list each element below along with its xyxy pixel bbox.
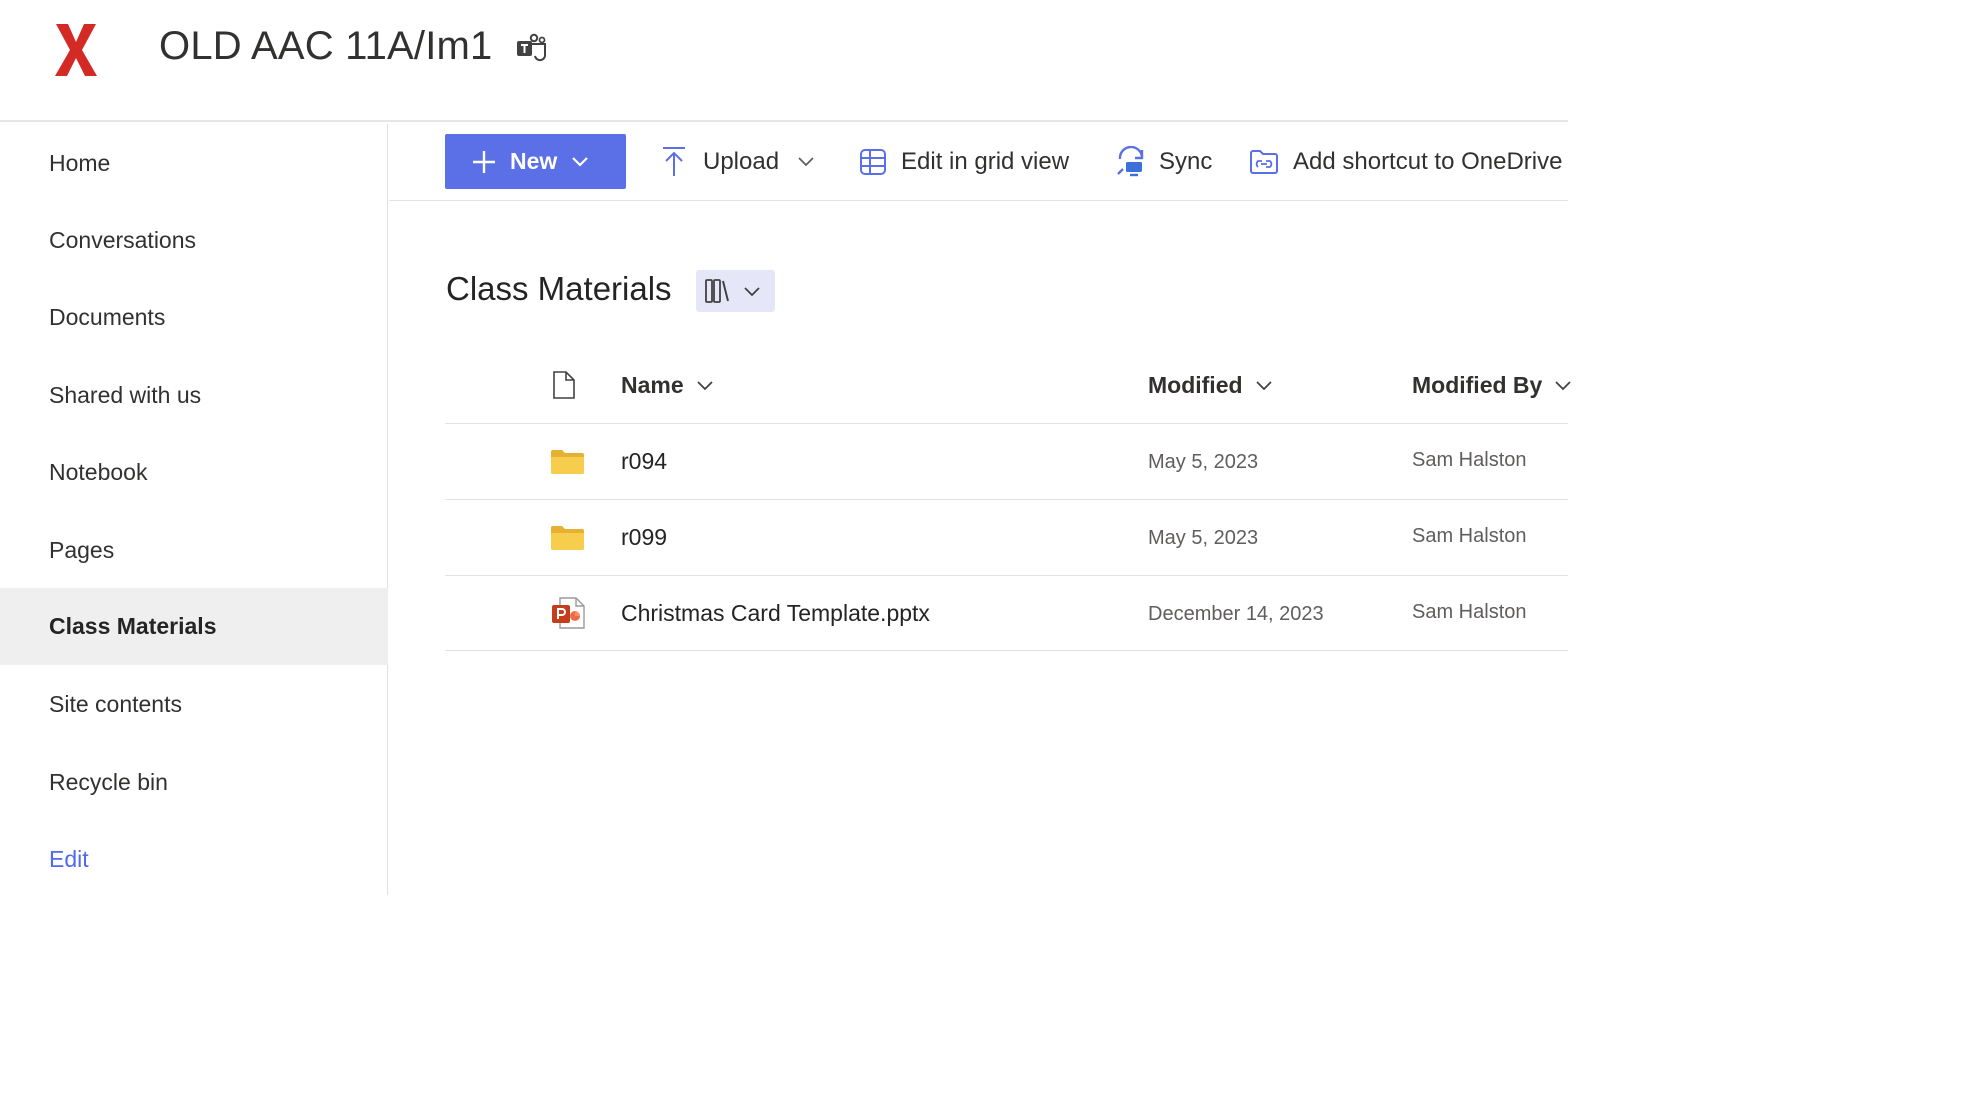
- nav-item-shared-with-us[interactable]: Shared with us: [0, 357, 388, 434]
- add-shortcut-label: Add shortcut to OneDrive: [1293, 147, 1563, 175]
- nav-item-notebook[interactable]: Notebook: [0, 434, 388, 511]
- file-name[interactable]: r099: [621, 524, 667, 551]
- left-navigation: Home Conversations Documents Shared with…: [0, 124, 388, 895]
- nav-item-site-contents[interactable]: Site contents: [0, 666, 388, 743]
- plus-icon: [473, 150, 495, 173]
- modified-by[interactable]: Sam Halston: [1412, 449, 1527, 472]
- site-header: OLD AAC 11A/Im1: [0, 0, 1568, 122]
- modified-date: December 14, 2023: [1148, 603, 1324, 625]
- edit-grid-view-button[interactable]: Edit in grid view: [859, 134, 1069, 189]
- add-shortcut-icon: [1250, 149, 1278, 174]
- nav-item-pages[interactable]: Pages: [0, 512, 388, 589]
- library-view-icon: [705, 279, 760, 303]
- add-shortcut-button[interactable]: Add shortcut to OneDrive: [1249, 134, 1562, 189]
- chevron-down-icon: [1255, 380, 1272, 390]
- nav-item-conversations[interactable]: Conversations: [0, 202, 388, 279]
- row-divider: [445, 650, 1568, 651]
- modified-column-header[interactable]: Modified: [1148, 372, 1273, 399]
- nav-item-class-materials[interactable]: Class Materials: [0, 588, 388, 665]
- grid-view-icon: [860, 148, 886, 175]
- folder-icon: [551, 526, 584, 550]
- new-button-label: New: [510, 148, 558, 174]
- name-column-header[interactable]: Name: [621, 372, 714, 399]
- command-bar: New Upload Edit in grid view Sync Add sh…: [389, 124, 1568, 201]
- upload-button[interactable]: Upload: [661, 134, 815, 189]
- sync-icon: [1117, 145, 1144, 176]
- nav-item-home[interactable]: Home: [0, 125, 388, 202]
- nav-item-recycle-bin[interactable]: Recycle bin: [0, 744, 388, 821]
- edit-grid-view-label: Edit in grid view: [901, 147, 1070, 175]
- nav-edit-link[interactable]: Edit: [0, 821, 388, 898]
- modified-by-column-label: Modified By: [1412, 372, 1543, 398]
- new-button[interactable]: New: [445, 134, 626, 189]
- file-type-column-header[interactable]: [552, 370, 576, 400]
- folder-icon: [551, 450, 584, 474]
- chevron-down-icon: [798, 156, 814, 166]
- library-title: Class Materials: [446, 270, 672, 307]
- modified-by[interactable]: Sam Halston: [1412, 525, 1527, 548]
- chevron-down-icon: [572, 156, 589, 167]
- site-title[interactable]: OLD AAC 11A/Im1: [159, 24, 493, 69]
- chevron-down-icon: [1555, 380, 1571, 390]
- modified-date: May 5, 2023: [1148, 527, 1259, 549]
- header-divider: [445, 423, 1568, 424]
- library-view-button[interactable]: [696, 270, 775, 312]
- file-name[interactable]: Christmas Card Template.pptx: [621, 600, 930, 627]
- modified-date: May 5, 2023: [1148, 451, 1259, 473]
- sync-button[interactable]: Sync: [1115, 134, 1212, 189]
- teams-icon[interactable]: [515, 32, 547, 62]
- upload-icon: [663, 146, 685, 176]
- modified-by-column-header[interactable]: Modified By: [1412, 372, 1572, 399]
- row-divider: [445, 575, 1568, 576]
- file-type-icon: [553, 371, 575, 399]
- modified-by[interactable]: Sam Halston: [1412, 601, 1527, 624]
- sync-label: Sync: [1159, 147, 1213, 175]
- site-logo[interactable]: [52, 20, 100, 80]
- modified-column-label: Modified: [1148, 372, 1243, 398]
- name-column-label: Name: [621, 372, 684, 398]
- file-name[interactable]: r094: [621, 448, 667, 475]
- powerpoint-icon: [552, 597, 585, 629]
- row-divider: [445, 499, 1568, 500]
- chevron-down-icon: [697, 380, 713, 390]
- upload-label: Upload: [703, 147, 780, 175]
- nav-item-documents[interactable]: Documents: [0, 279, 388, 356]
